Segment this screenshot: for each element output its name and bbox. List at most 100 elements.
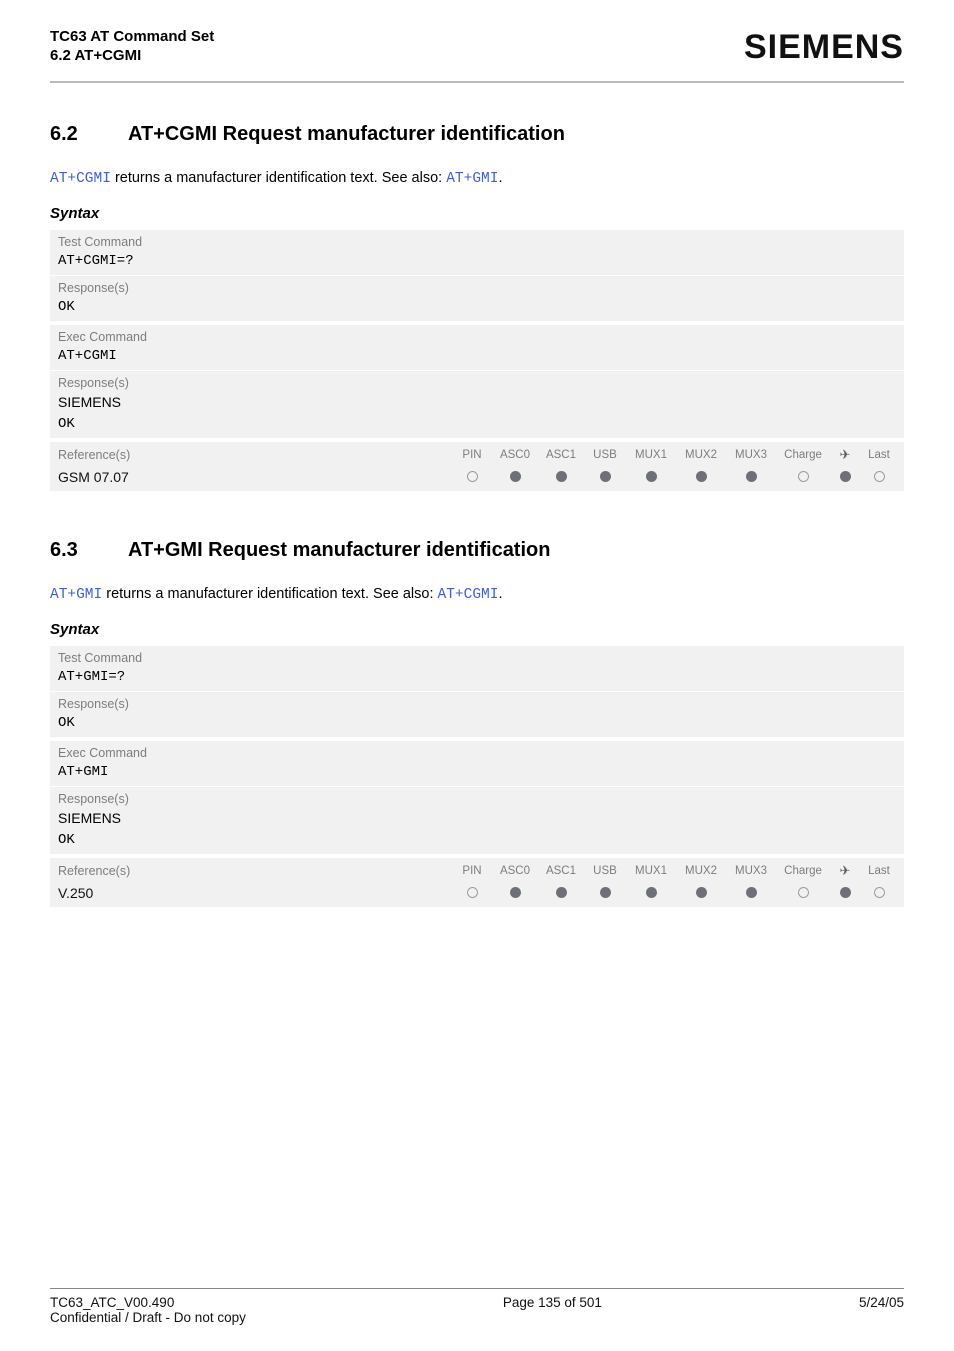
dot-filled-icon <box>746 471 757 482</box>
dot-empty-icon <box>467 887 478 898</box>
val-pin <box>452 469 492 485</box>
dot-filled-icon <box>510 887 521 898</box>
reference-header-row: Reference(s) PIN ASC0 ASC1 USB MUX1 MUX2… <box>50 858 904 881</box>
test-command-row: Test Command AT+GMI=? <box>50 646 904 692</box>
val-mux3 <box>726 469 776 485</box>
exec-response-row: Response(s) SIEMENS OK <box>50 787 904 855</box>
val-asc0 <box>492 469 538 485</box>
val-mux2 <box>676 885 726 901</box>
syntax-heading: Syntax <box>50 205 904 222</box>
val-usb <box>584 885 626 901</box>
page-footer: TC63_ATC_V00.490 Confidential / Draft - … <box>50 1288 904 1325</box>
desc-suffix: . <box>498 586 502 602</box>
test-command-value: AT+GMI=? <box>50 667 904 691</box>
val-last <box>860 469 898 485</box>
dot-filled-icon <box>696 471 707 482</box>
siemens-logo: SIEMENS <box>744 28 904 67</box>
col-asc1: ASC1 <box>538 449 584 461</box>
col-charge: Charge <box>776 865 830 877</box>
doc-title: TC63 AT Command Set <box>50 28 214 45</box>
at-cgmi-link[interactable]: AT+CGMI <box>50 171 111 187</box>
val-mux1 <box>626 469 676 485</box>
header-left: TC63 AT Command Set 6.2 AT+CGMI <box>50 28 214 64</box>
at-gmi-link[interactable]: AT+GMI <box>50 587 102 603</box>
reference-label: Reference(s) <box>58 864 452 878</box>
at-gmi-link[interactable]: AT+GMI <box>446 171 498 187</box>
dot-empty-icon <box>798 887 809 898</box>
section-description: AT+GMI returns a manufacturer identifica… <box>50 584 904 607</box>
dot-filled-icon <box>646 887 657 898</box>
col-mux3: MUX3 <box>726 449 776 461</box>
test-command-value: AT+CGMI=? <box>50 251 904 275</box>
dot-empty-icon <box>874 887 885 898</box>
test-response-row: Response(s) OK <box>50 276 904 322</box>
dot-filled-icon <box>840 887 851 898</box>
desc-suffix: . <box>498 170 502 186</box>
exec-command-value: AT+GMI <box>50 762 904 786</box>
reference-value-row: V.250 <box>50 881 904 907</box>
dot-filled-icon <box>600 887 611 898</box>
val-mux3 <box>726 885 776 901</box>
col-last: Last <box>860 449 898 461</box>
col-mux2: MUX2 <box>676 865 726 877</box>
dot-filled-icon <box>696 887 707 898</box>
dot-empty-icon <box>874 471 885 482</box>
footer-left: TC63_ATC_V00.490 Confidential / Draft - … <box>50 1295 246 1325</box>
airplane-icon: ✈ <box>830 863 860 879</box>
at-cgmi-link[interactable]: AT+CGMI <box>438 587 499 603</box>
exec-response-value-2: OK <box>50 832 904 854</box>
test-response-value: OK <box>50 297 904 321</box>
exec-command-label: Exec Command <box>50 741 904 762</box>
exec-command-value: AT+CGMI <box>50 346 904 370</box>
val-asc1 <box>538 885 584 901</box>
section-number: 6.3 <box>50 539 94 562</box>
footer-docid: TC63_ATC_V00.490 <box>50 1295 246 1310</box>
exec-command-label: Exec Command <box>50 325 904 346</box>
reference-value: GSM 07.07 <box>58 469 452 485</box>
dot-empty-icon <box>467 471 478 482</box>
exec-command-row: Exec Command AT+CGMI <box>50 325 904 371</box>
test-response-label: Response(s) <box>50 276 904 297</box>
val-airplane <box>830 469 860 485</box>
reference-value-row: GSM 07.07 <box>50 465 904 491</box>
test-command-label: Test Command <box>50 646 904 667</box>
desc-text: returns a manufacturer identification te… <box>102 586 437 602</box>
dot-filled-icon <box>600 471 611 482</box>
col-charge: Charge <box>776 449 830 461</box>
section-description: AT+CGMI returns a manufacturer identific… <box>50 168 904 191</box>
dot-filled-icon <box>556 471 567 482</box>
exec-response-row: Response(s) SIEMENS OK <box>50 371 904 439</box>
val-asc1 <box>538 469 584 485</box>
section-6-2: 6.2 AT+CGMI Request manufacturer identif… <box>50 123 904 491</box>
col-asc0: ASC0 <box>492 449 538 461</box>
val-charge <box>776 469 830 485</box>
col-usb: USB <box>584 865 626 877</box>
col-pin: PIN <box>452 449 492 461</box>
page-header: TC63 AT Command Set 6.2 AT+CGMI SIEMENS <box>50 28 904 83</box>
col-last: Last <box>860 865 898 877</box>
reference-value: V.250 <box>58 885 452 901</box>
test-command-row: Test Command AT+CGMI=? <box>50 230 904 276</box>
desc-text: returns a manufacturer identification te… <box>111 170 446 186</box>
col-mux2: MUX2 <box>676 449 726 461</box>
exec-response-value-2: OK <box>50 416 904 438</box>
footer-page: Page 135 of 501 <box>503 1295 602 1325</box>
col-mux3: MUX3 <box>726 865 776 877</box>
test-command-label: Test Command <box>50 230 904 251</box>
section-6-3: 6.3 AT+GMI Request manufacturer identifi… <box>50 539 904 907</box>
exec-response-label: Response(s) <box>50 787 904 808</box>
val-last <box>860 885 898 901</box>
reference-label: Reference(s) <box>58 448 452 462</box>
syntax-block: Test Command AT+GMI=? Response(s) OK Exe… <box>50 646 904 907</box>
dot-filled-icon <box>840 471 851 482</box>
test-response-row: Response(s) OK <box>50 692 904 738</box>
footer-confidential: Confidential / Draft - Do not copy <box>50 1310 246 1325</box>
col-asc1: ASC1 <box>538 865 584 877</box>
section-title: AT+CGMI Request manufacturer identificat… <box>128 123 565 146</box>
val-mux1 <box>626 885 676 901</box>
dot-filled-icon <box>646 471 657 482</box>
exec-response-value-1: SIEMENS <box>50 392 904 416</box>
exec-command-row: Exec Command AT+GMI <box>50 741 904 787</box>
val-usb <box>584 469 626 485</box>
exec-response-value-1: SIEMENS <box>50 808 904 832</box>
